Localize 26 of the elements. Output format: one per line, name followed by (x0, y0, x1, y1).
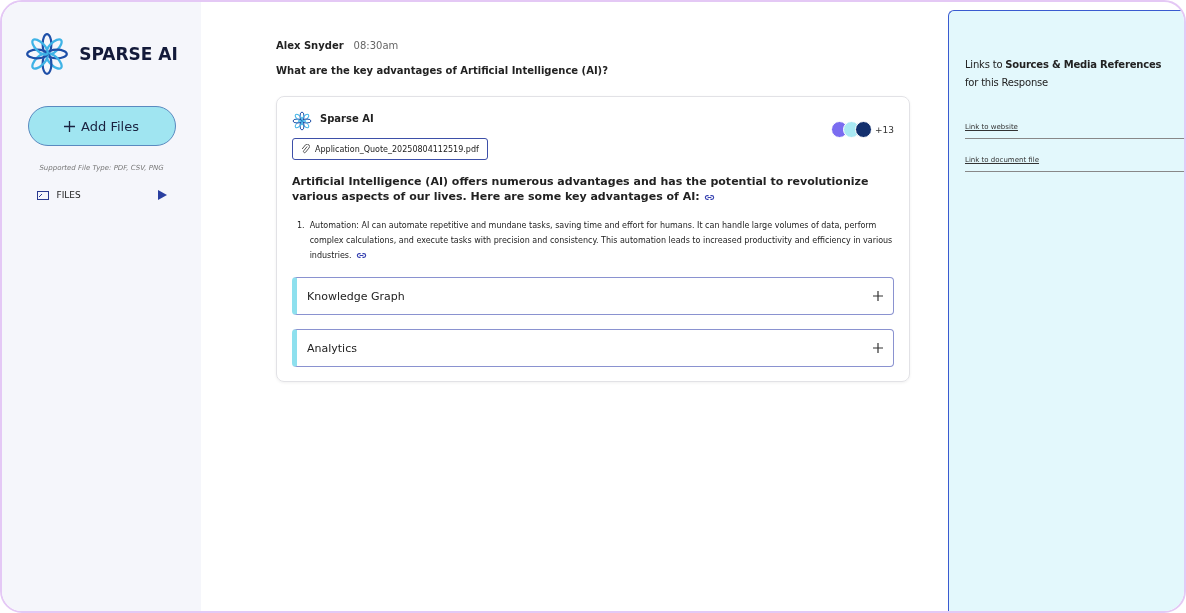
user-name: Alex Snyder (276, 40, 344, 51)
paperclip-icon (301, 144, 310, 154)
brand-name: SPARSE AI (79, 44, 178, 64)
message-time: 08:30am (353, 40, 399, 51)
source-avatar (855, 121, 872, 138)
logo-icon (25, 32, 70, 76)
link-icon (355, 251, 367, 260)
source-link[interactable] (355, 251, 367, 260)
accordion-header[interactable]: Knowledge Graph (292, 277, 894, 315)
accordion-header[interactable]: Analytics (292, 329, 894, 367)
list-item-text: Automation: AI can automate repetitive and mundane tasks, saving time and effort for humans. It can handle large volumes of data, perform complex calculations, and execute tasks with precision and consistency. This automation leads to increased productivity and efficiency in various industries. (309, 220, 894, 262)
more-sources-count: +13 (875, 124, 894, 135)
response-intro: Artificial Intelligence (AI) offers numerous advantages and has the potential to revolutionize various aspects of our lives. Here are some key advantages of AI: (292, 174, 870, 204)
list-number: 1. (297, 220, 305, 232)
link-icon (703, 192, 715, 202)
expand-arrow-icon[interactable] (157, 190, 167, 200)
attachment-chip[interactable]: Application_Quote_20250804112519.pdf (292, 138, 488, 160)
add-files-button[interactable]: Add Files (27, 106, 176, 146)
folder-icon (36, 190, 49, 200)
assistant-name: Sparse AI (320, 113, 374, 124)
plus-icon (64, 120, 76, 132)
source-link[interactable] (703, 192, 715, 202)
references-heading: Links to Sources & Media References for this Response (965, 58, 1163, 90)
user-question: What are the key advantages of Artificial Intelligence (AI)? (276, 65, 609, 76)
logo-icon (292, 111, 312, 131)
files-item[interactable]: FILES (56, 190, 150, 200)
